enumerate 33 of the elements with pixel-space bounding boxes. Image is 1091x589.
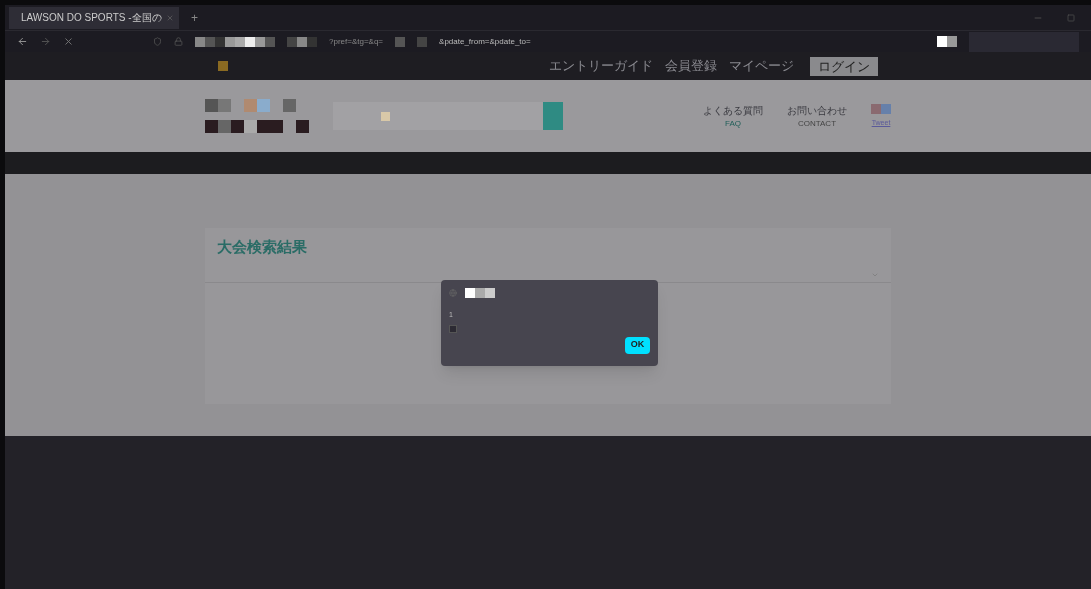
pixelated-block [465, 288, 495, 298]
maximize-icon[interactable] [1067, 13, 1075, 22]
tab-title: LAWSON DO SPORTS -全国の [21, 11, 162, 25]
back-icon[interactable] [17, 36, 28, 47]
top-link[interactable]: エントリーガイド [549, 56, 653, 76]
close-icon[interactable] [165, 13, 174, 22]
search-field[interactable] [333, 102, 543, 130]
url-text: &pdate_from=&pdate_to= [439, 35, 531, 48]
url-text: ?pref=&tg=&q= [329, 35, 384, 48]
pixelated-block [937, 36, 957, 47]
pixelated-block [395, 36, 406, 47]
browser-tab[interactable]: LAWSON DO SPORTS -全国の [9, 6, 179, 29]
pixelated-block [218, 61, 228, 71]
new-tab-button[interactable]: + [191, 8, 198, 27]
top-link[interactable]: 会員登録 [665, 56, 717, 76]
suppress-checkbox[interactable] [449, 324, 457, 333]
forward-icon[interactable] [40, 36, 51, 47]
pixelated-block [417, 36, 428, 47]
nav-subtitle: CONTACT [797, 117, 837, 130]
stop-icon[interactable] [63, 36, 74, 47]
nav-subtitle: FAQ [725, 117, 741, 130]
top-link[interactable]: マイページ [729, 56, 794, 76]
lock-icon [174, 37, 183, 46]
globe-icon [449, 289, 457, 297]
search-button[interactable] [543, 102, 563, 130]
nav-link[interactable]: お問い合わせ [787, 102, 847, 118]
pixelated-block [287, 36, 317, 47]
pixelated-block [871, 103, 891, 114]
nav-link[interactable]: よくある質問 [703, 102, 763, 118]
page-title: 大会検索結果 [217, 237, 307, 257]
ok-button[interactable]: OK [625, 336, 650, 354]
login-button[interactable]: ログイン [810, 56, 878, 76]
shield-icon [153, 37, 162, 46]
